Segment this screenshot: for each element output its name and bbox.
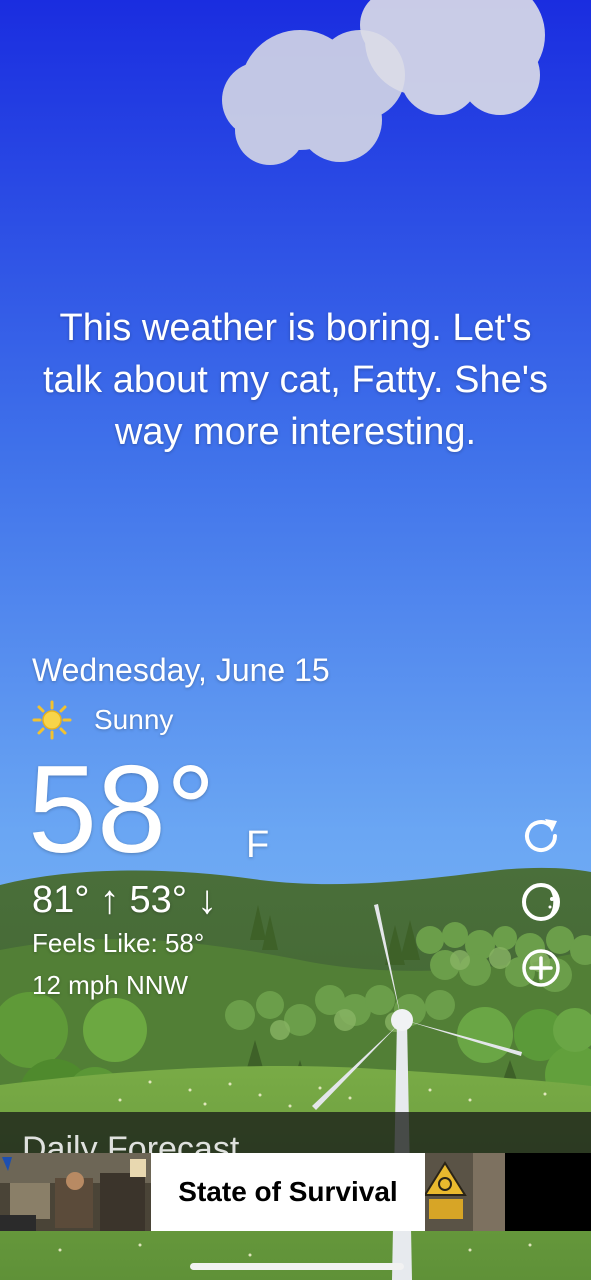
condition-label: Sunny	[94, 704, 174, 735]
ad-logo-art[interactable]	[425, 1153, 505, 1231]
temperature-unit[interactable]: F	[246, 824, 269, 867]
arrow-down-icon: ↓	[196, 878, 217, 922]
current-temperature: 58°	[28, 741, 216, 879]
condition-row: Sunny	[32, 700, 173, 740]
arrow-up-icon: ↑	[99, 878, 120, 922]
high-temperature: 81°	[32, 879, 90, 921]
low-temperature: 53°	[129, 879, 187, 921]
wind-speed: 12 mph NNW	[32, 970, 189, 1000]
ad-banner[interactable]: State of Survival	[0, 1153, 591, 1231]
add-location-icon[interactable]	[519, 946, 563, 990]
home-indicator[interactable]	[190, 1263, 404, 1270]
feels-like: Feels Like: 58°	[32, 928, 205, 958]
ad-title[interactable]: State of Survival	[151, 1153, 425, 1231]
weather-scene-background	[0, 0, 591, 1280]
moon-phase-icon[interactable]	[519, 880, 563, 924]
date-label: Wednesday, June 15	[32, 652, 330, 688]
ad-game-art[interactable]	[0, 1153, 151, 1231]
refresh-icon[interactable]	[519, 814, 563, 858]
high-low-row: 81° ↑ 53° ↓	[32, 878, 217, 923]
sun-icon	[32, 700, 72, 740]
weather-message: This weather is boring. Let's talk about…	[43, 307, 548, 453]
